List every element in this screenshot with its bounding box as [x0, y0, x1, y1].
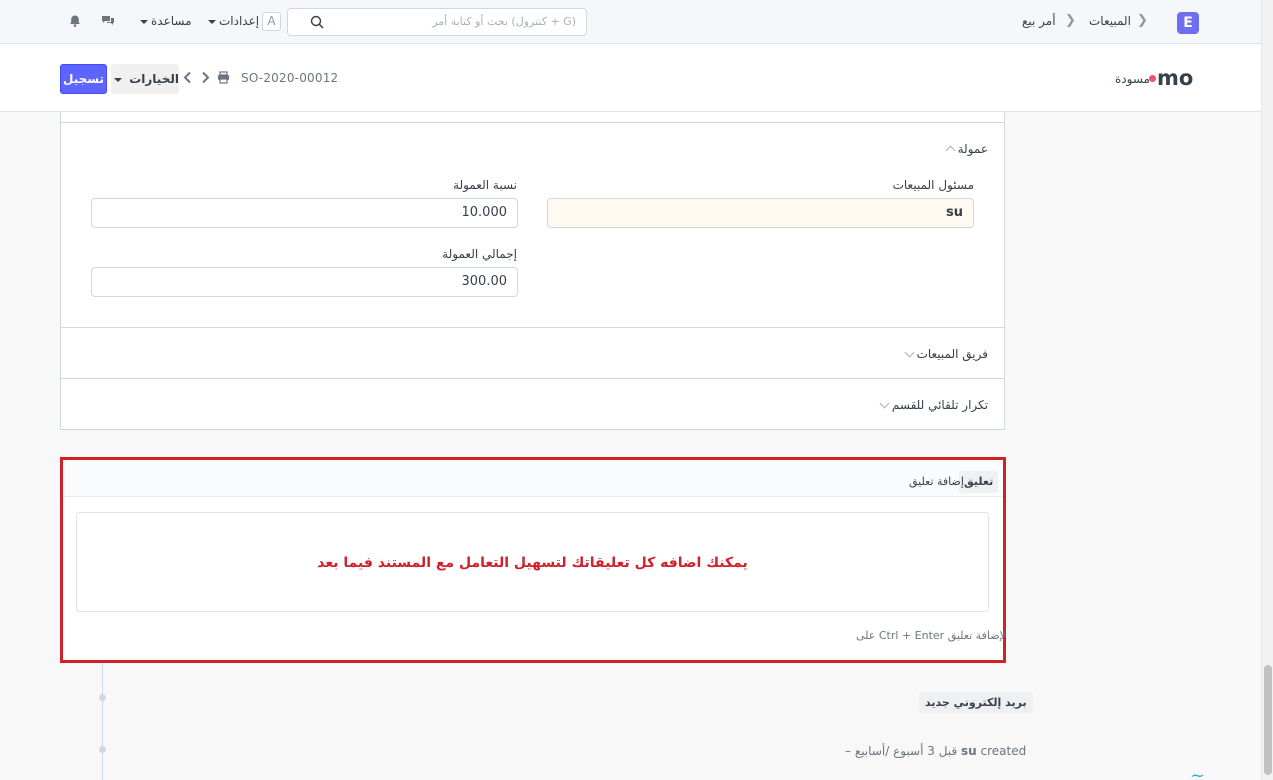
- settings-label: إعدادات: [219, 14, 260, 28]
- next-doc-icon[interactable]: [199, 71, 212, 84]
- user-avatar[interactable]: A: [262, 12, 281, 31]
- top-navbar: E ❯ المبيعات ❯ أمر بيع بحث أو كتابة أمر …: [0, 0, 1261, 44]
- timeline-dot-icon: [99, 694, 106, 701]
- page-head: mo مسودة SO-2020-00012 الخيارات تسجيل: [0, 44, 1261, 112]
- draft-indicator-icon: [1149, 75, 1156, 82]
- comment-note: يمكنك اضافه كل تعليقاتك لتسهيل التعامل م…: [317, 555, 748, 571]
- options-label: الخيارات: [129, 72, 179, 86]
- page-title: mo: [1157, 66, 1194, 90]
- comment-hint: على Ctrl + Enter لإضافة تعليق: [856, 629, 1006, 642]
- section-auto-repeat-header[interactable]: تكرار تلقائي للقسم: [875, 398, 988, 412]
- chevron-down-icon: [208, 19, 216, 24]
- section-auto-repeat-title: تكرار تلقائي للقسم: [891, 398, 988, 412]
- status-badge: مسودة: [1115, 72, 1150, 86]
- section-commission-title: عمولة: [957, 142, 988, 156]
- help-menu[interactable]: مساعدة: [137, 14, 192, 28]
- bell-icon[interactable]: [68, 14, 82, 28]
- chevron-up-icon: [945, 145, 956, 156]
- total-commission-label: إجمالي العمولة: [442, 247, 517, 261]
- options-button[interactable]: الخيارات: [111, 64, 179, 94]
- section-divider: [61, 378, 1004, 379]
- breadcrumb-separator-icon: ❯: [1137, 13, 1148, 28]
- section-sales-team-header[interactable]: فريق المبيعات: [900, 347, 988, 361]
- help-label: مساعدة: [151, 14, 192, 28]
- timeline-line: [102, 663, 103, 780]
- chevron-down-icon: [904, 347, 915, 358]
- settings-menu[interactable]: إعدادات: [205, 14, 259, 28]
- comment-tab[interactable]: تعليق: [959, 471, 999, 493]
- watermark-logo: ~: [1190, 765, 1206, 780]
- prev-doc-icon[interactable]: [181, 71, 194, 84]
- search-icon: [310, 15, 324, 29]
- app-logo[interactable]: E: [1177, 12, 1199, 34]
- comment-header: تعليق إضافة تعليق: [63, 460, 1003, 497]
- chevron-down-icon: [879, 398, 890, 409]
- chevron-down-icon: [140, 19, 148, 24]
- activity-text: created: [980, 744, 1027, 758]
- sales-partner-field[interactable]: su: [547, 198, 974, 228]
- form-card: عمولة مسئول المبيعات su نسبة العمولة 10.…: [60, 112, 1005, 430]
- chevron-down-icon: [114, 77, 123, 82]
- breadcrumb-sales-order[interactable]: أمر بيع: [1022, 14, 1056, 28]
- commission-rate-field[interactable]: 10.000: [91, 198, 518, 228]
- scrollbar-thumb[interactable]: [1264, 665, 1272, 775]
- comment-section: تعليق إضافة تعليق يمكنك اضافه كل تعليقات…: [60, 457, 1006, 663]
- print-icon[interactable]: [217, 71, 230, 84]
- activity-time: – قبل 3 أسبوع /أسابيع: [845, 744, 958, 758]
- timeline-activity: – قبل 3 أسبوع /أسابيع su created: [845, 744, 1026, 758]
- timeline-dot-icon: [99, 746, 106, 753]
- document-name: SO-2020-00012: [241, 71, 339, 85]
- section-divider: [61, 122, 1004, 123]
- new-email-button[interactable]: بريد إلكتروني جديد: [919, 692, 1033, 713]
- section-commission-header[interactable]: عمولة: [941, 142, 988, 156]
- chat-icon[interactable]: [101, 14, 115, 28]
- save-button[interactable]: تسجيل: [60, 64, 107, 94]
- search-placeholder: بحث أو كتابة أمر (كنترول + G): [432, 15, 576, 28]
- section-sales-team-title: فريق المبيعات: [916, 347, 988, 361]
- total-commission-field[interactable]: 300.00: [91, 267, 518, 297]
- comment-input[interactable]: يمكنك اضافه كل تعليقاتك لتسهيل التعامل م…: [76, 512, 989, 612]
- page-scrollbar[interactable]: [1261, 0, 1273, 780]
- commission-rate-label: نسبة العمولة: [453, 178, 517, 192]
- section-divider: [61, 327, 1004, 328]
- sales-partner-label: مسئول المبيعات: [892, 178, 974, 192]
- breadcrumb-separator-icon: ❯: [1065, 13, 1076, 28]
- activity-user[interactable]: su: [961, 744, 977, 758]
- add-comment-label: إضافة تعليق: [909, 475, 964, 488]
- breadcrumb-selling[interactable]: المبيعات: [1089, 14, 1131, 28]
- search-bar[interactable]: بحث أو كتابة أمر (كنترول + G): [287, 8, 587, 36]
